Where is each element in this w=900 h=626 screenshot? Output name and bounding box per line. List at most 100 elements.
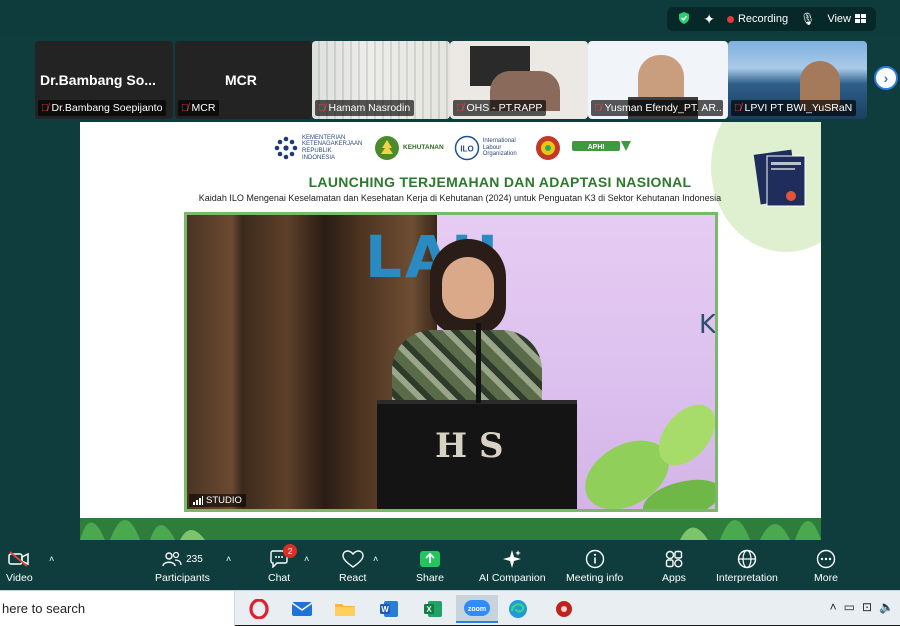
more-icon bbox=[816, 546, 836, 572]
heart-icon bbox=[342, 546, 364, 572]
participants-label: Participants bbox=[155, 572, 210, 584]
video-label: Video bbox=[6, 572, 33, 584]
participant-label-text: MCR bbox=[191, 102, 216, 114]
backdrop-text-secondary: K bbox=[699, 310, 717, 340]
meeting-top-bar: ✦ Recording 🎙 View bbox=[0, 0, 900, 38]
ministry-logo: KEMENTERIAN KETENAGAKERJAAN REPUBLIK IND… bbox=[273, 134, 364, 162]
mic-muted-icon: 🎙̸ bbox=[181, 102, 189, 114]
forestry-logo: KEHUTANAN bbox=[374, 134, 444, 162]
participant-tile[interactable]: Dr.Bambang So... 🎙̸ Dr.Bambang Soepijanto bbox=[35, 41, 173, 119]
ai-companion-label: AI Companion bbox=[479, 572, 546, 584]
app-icon[interactable] bbox=[549, 595, 579, 623]
participants-caret-icon[interactable]: ˄ bbox=[226, 554, 231, 564]
participant-label: 🎙̸ OHS - PT.RAPP bbox=[453, 100, 547, 116]
ilo-logo-text: International Labour Organization bbox=[482, 138, 517, 158]
search-text: here to search bbox=[2, 601, 86, 616]
video-caret-icon[interactable]: ˄ bbox=[49, 554, 54, 564]
ai-sparkle-icon[interactable]: ✦ bbox=[703, 11, 715, 28]
participant-label: 🎙̸ Hamam Nasrodin bbox=[315, 100, 415, 116]
apps-icon bbox=[664, 546, 684, 572]
apki-logo: APHI bbox=[571, 134, 633, 162]
foliage-border bbox=[80, 518, 821, 540]
slide-subtitle: Kaidah ILO Mengenai Keselamatan dan Kese… bbox=[198, 193, 722, 203]
participant-tile[interactable]: 🎙̸ Yusman Efendy_PT. AR... bbox=[588, 41, 728, 119]
participant-label-text: Hamam Nasrodin bbox=[328, 102, 411, 114]
participants-icon bbox=[162, 551, 182, 567]
folder-icon[interactable] bbox=[330, 595, 360, 623]
info-icon bbox=[585, 546, 605, 572]
apki-icon: APHI bbox=[571, 141, 631, 151]
recording-dot-icon bbox=[726, 15, 734, 23]
meeting-info-button[interactable]: Meeting info bbox=[566, 546, 623, 584]
participant-label-text: LPVI PT BWI_YuSRaN bbox=[744, 102, 853, 114]
participant-label: 🎙̸ MCR bbox=[178, 100, 220, 116]
participant-label: 🎙̸ Dr.Bambang Soepijanto bbox=[38, 100, 167, 116]
globe-icon bbox=[737, 546, 757, 572]
view-button[interactable]: View bbox=[827, 13, 866, 25]
security-shield-icon[interactable] bbox=[677, 11, 691, 28]
participant-tile[interactable]: 🎙̸ OHS - PT.RAPP bbox=[450, 41, 588, 119]
react-label: React bbox=[339, 572, 367, 584]
more-label: More bbox=[814, 572, 838, 584]
recording-indicator[interactable]: Recording bbox=[726, 13, 789, 25]
participant-name-large: Dr.Bambang So... bbox=[40, 72, 156, 88]
participant-tile[interactable]: 🎙̸ LPVI PT BWI_YuSRaN bbox=[728, 41, 867, 119]
participant-label-text: Dr.Bambang Soepijanto bbox=[51, 102, 163, 114]
microphone-icon[interactable]: 🎙 bbox=[800, 12, 815, 26]
zoom-icon[interactable]: zoom bbox=[456, 595, 498, 623]
participant-name-large: MCR bbox=[225, 72, 257, 88]
union-logo bbox=[535, 134, 561, 162]
ministry-logo-text: KEMENTERIAN KETENAGAKERJAAN REPUBLIK IND… bbox=[302, 134, 363, 161]
svg-text:W: W bbox=[381, 605, 389, 614]
chat-caret-icon[interactable]: ˄ bbox=[304, 554, 309, 564]
battery-icon[interactable]: ▭ bbox=[844, 600, 855, 614]
svg-text:APHI: APHI bbox=[587, 144, 604, 151]
more-button[interactable]: More bbox=[814, 546, 838, 584]
mic-muted-icon: 🎙̸ bbox=[41, 102, 49, 114]
system-tray: ˄ ▭ ⊡ 🔈 bbox=[830, 600, 894, 614]
participant-label: 🎙̸ Yusman Efendy_PT. AR... bbox=[591, 100, 723, 116]
video-button[interactable]: Video bbox=[6, 546, 33, 584]
participant-label-text: Yusman Efendy_PT. AR... bbox=[604, 102, 724, 114]
view-label: View bbox=[827, 13, 851, 25]
book-cover-icon bbox=[753, 149, 806, 207]
top-controls: ✦ Recording 🎙 View bbox=[667, 7, 876, 31]
video-off-icon bbox=[8, 546, 30, 572]
participant-tile[interactable]: MCR 🎙̸ MCR bbox=[175, 41, 312, 119]
speaker-video-feed: LAU K H S STUDIO bbox=[184, 212, 718, 512]
volume-icon[interactable]: 🔈 bbox=[879, 600, 894, 614]
share-label: Share bbox=[416, 572, 445, 584]
apps-button[interactable]: Apps bbox=[662, 546, 686, 584]
ai-companion-button[interactable]: AI Companion bbox=[479, 546, 546, 584]
mail-icon[interactable] bbox=[287, 595, 317, 623]
recording-label: Recording bbox=[737, 13, 789, 25]
opera-icon[interactable] bbox=[244, 595, 274, 623]
presentation-slide: KEMENTERIAN KETENAGAKERJAAN REPUBLIK IND… bbox=[80, 122, 821, 540]
participant-tile[interactable]: 🎙̸ Hamam Nasrodin bbox=[312, 41, 450, 119]
chat-button[interactable]: 2 Chat bbox=[268, 544, 298, 584]
participants-button[interactable]: 235 Participants bbox=[155, 546, 210, 584]
react-button[interactable]: React bbox=[339, 546, 366, 584]
network-icon[interactable]: ⊡ bbox=[862, 600, 872, 614]
taskbar-search[interactable]: here to search bbox=[0, 591, 235, 626]
svg-text:X: X bbox=[426, 605, 432, 614]
ilo-logo: ILO International Labour Organization bbox=[454, 134, 525, 162]
mic-muted-icon: 🎙̸ bbox=[456, 102, 464, 114]
mic-muted-icon: 🎙̸ bbox=[594, 102, 602, 114]
word-icon[interactable]: W bbox=[374, 595, 404, 623]
svg-text:zoom: zoom bbox=[468, 606, 486, 613]
grid-view-icon bbox=[855, 14, 866, 23]
chevron-up-icon[interactable]: ˄ bbox=[830, 600, 837, 614]
participants-icon-wrap: 235 bbox=[162, 546, 203, 572]
react-caret-icon[interactable]: ˄ bbox=[373, 554, 378, 564]
forestry-logo-text: KEHUTANAN bbox=[403, 144, 444, 152]
interpretation-button[interactable]: Interpretation bbox=[716, 546, 778, 584]
edge-icon[interactable] bbox=[503, 595, 533, 623]
meeting-info-label: Meeting info bbox=[566, 572, 624, 584]
microphone-stand bbox=[476, 323, 481, 403]
excel-icon[interactable]: X bbox=[418, 595, 448, 623]
mic-muted-icon: 🎙̸ bbox=[734, 102, 742, 114]
share-button[interactable]: Share bbox=[416, 546, 444, 584]
next-page-button[interactable]: › bbox=[874, 66, 898, 90]
mic-muted-icon: 🎙̸ bbox=[318, 102, 326, 114]
